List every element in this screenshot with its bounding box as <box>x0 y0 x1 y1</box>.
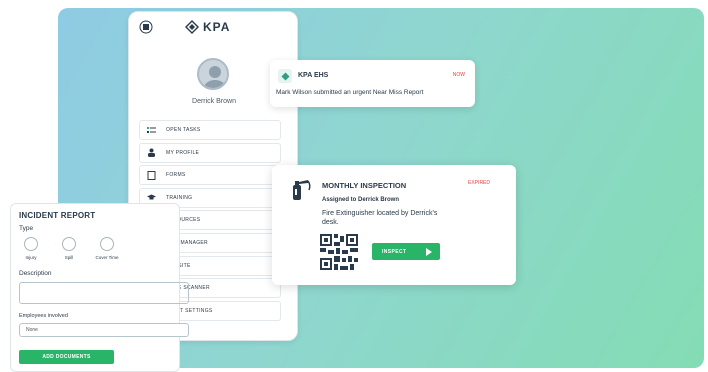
inspection-title: MONTHLY INSPECTION <box>322 181 407 190</box>
avatar[interactable] <box>197 58 229 90</box>
menu-item-label: MY PROFILE <box>166 149 200 156</box>
type-radio-cover-time[interactable] <box>100 237 114 251</box>
type-radio-injury[interactable] <box>24 237 38 251</box>
play-icon <box>426 247 432 256</box>
employees-label: Employees involved <box>19 313 68 319</box>
menu-item-open-tasks[interactable]: OPEN TASKS <box>139 120 281 140</box>
status-badge: EXPIRED <box>468 180 490 186</box>
notification-card[interactable]: KPA EHS NOW Mark Wilson submitted an urg… <box>270 60 475 107</box>
menu-icon[interactable] <box>139 20 153 34</box>
type-radio-spill[interactable] <box>62 237 76 251</box>
add-documents-button[interactable]: ADD DOCUMENTS <box>19 350 114 364</box>
description-field[interactable] <box>19 282 189 304</box>
type-label-cover-time: Cover Time <box>95 255 119 260</box>
inspection-description: Fire Extinguisher located by Derrick's d… <box>322 210 438 226</box>
menu-item-label: FORMS <box>166 172 186 179</box>
user-avatar-icon <box>204 66 226 88</box>
kpa-logo: KPA <box>185 20 230 34</box>
menu-item-label: OPEN TASKS <box>166 127 201 133</box>
inspection-card: MONTHLY INSPECTION EXPIRED Assigned to D… <box>272 165 516 285</box>
inspect-button-label: INSPECT <box>382 248 407 255</box>
fire-extinguisher-icon <box>293 180 311 200</box>
menu-item-my-profile[interactable]: MY PROFILE <box>139 142 281 163</box>
inspect-button[interactable]: INSPECT <box>372 243 440 260</box>
employees-select[interactable]: None <box>19 323 189 337</box>
notification-time: NOW <box>452 72 465 78</box>
graduation-cap-icon <box>146 193 156 203</box>
kpa-logo-icon <box>185 20 199 34</box>
notification-title: KPA EHS <box>298 72 329 79</box>
qr-code-icon <box>320 234 358 270</box>
kpa-ehs-logo-icon <box>278 69 292 83</box>
type-label-spill: Spill <box>64 255 74 260</box>
menu-item-label: TRAINING <box>166 194 193 201</box>
person-icon <box>146 148 156 158</box>
checklist-icon <box>146 125 156 135</box>
form-title: INCIDENT REPORT <box>19 211 96 220</box>
form-icon <box>146 170 156 180</box>
type-label: Type <box>19 225 34 232</box>
assigned-to: Assigned to Derrick Brown <box>322 197 400 203</box>
incident-report-form: INCIDENT REPORT Type Injury Spill Cover … <box>10 203 189 372</box>
notification-message: Mark Wilson submitted an urgent Near Mis… <box>276 89 424 96</box>
description-label: Description <box>19 270 52 277</box>
logo-text: KPA <box>203 20 231 34</box>
type-label-injury: Injury <box>25 255 37 260</box>
menu-item-forms[interactable]: FORMS <box>139 165 281 186</box>
